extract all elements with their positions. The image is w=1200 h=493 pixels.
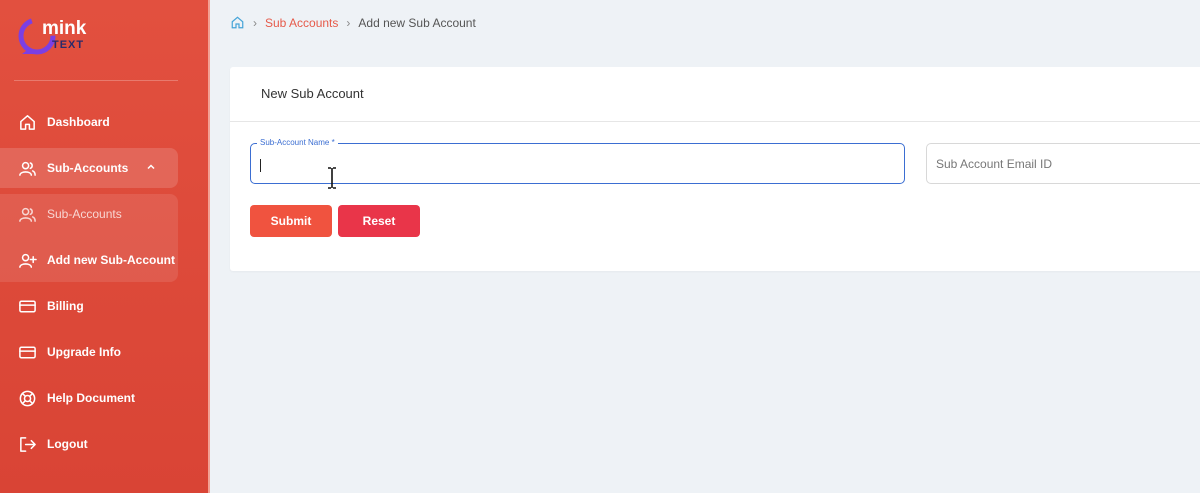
text-cursor-icon: [328, 167, 336, 189]
submit-button[interactable]: Submit: [250, 205, 332, 237]
home-icon: [17, 112, 37, 132]
users-icon: [17, 204, 37, 224]
sidebar-item-logout[interactable]: Logout: [0, 424, 178, 464]
sub-account-email-field[interactable]: [926, 143, 1200, 184]
sidebar-item-label: Add new Sub-Account: [47, 253, 175, 267]
breadcrumb-link-sub-accounts[interactable]: Sub Accounts: [265, 16, 338, 30]
breadcrumb: › Sub Accounts › Add new Sub Account: [230, 12, 476, 33]
sidebar-item-help-document[interactable]: Help Document: [0, 378, 178, 418]
home-icon[interactable]: [230, 12, 245, 33]
reset-button[interactable]: Reset: [338, 205, 420, 237]
card-icon: [17, 296, 37, 316]
text-caret: [260, 159, 261, 172]
sidebar-item-dashboard[interactable]: Dashboard: [0, 102, 178, 142]
sidebar-item-label: Dashboard: [47, 115, 110, 129]
new-sub-account-card: New Sub Account Sub-Account Name * Submi…: [230, 67, 1200, 271]
sub-account-email-input[interactable]: [927, 144, 1200, 183]
sidebar-item-label: Sub-Accounts: [47, 161, 129, 175]
sidebar-item-billing[interactable]: Billing: [0, 286, 178, 326]
lifebuoy-icon: [17, 388, 37, 408]
card-divider: [230, 121, 1200, 122]
chevron-right-icon: ›: [253, 15, 257, 30]
sidebar-item-label: Billing: [47, 299, 84, 313]
sub-account-name-input[interactable]: [251, 144, 904, 183]
user-plus-icon: [17, 250, 37, 270]
sidebar-item-label: Upgrade Info: [47, 345, 121, 359]
sidebar-subitem-add-sub-account[interactable]: Add new Sub-Account: [0, 240, 178, 280]
logo-text-top: mink: [42, 18, 87, 39]
breadcrumb-current: Add new Sub Account: [358, 15, 476, 30]
chevron-right-icon: ›: [346, 15, 351, 30]
users-icon: [17, 158, 37, 178]
chevron-up-icon[interactable]: [146, 161, 158, 173]
sub-account-name-field[interactable]: Sub-Account Name *: [250, 138, 905, 184]
logo-divider: [14, 80, 178, 81]
sidebar-subitem-sub-accounts[interactable]: Sub-Accounts: [0, 194, 178, 234]
sidebar-item-upgrade-info[interactable]: Upgrade Info: [0, 332, 178, 372]
card-icon: [17, 342, 37, 362]
sidebar-item-label: Logout: [47, 437, 88, 451]
logout-icon: [17, 434, 37, 454]
brand-logo[interactable]: mink TEXT: [14, 10, 124, 60]
card-title: New Sub Account: [261, 86, 364, 101]
sidebar: mink TEXT Dashboard Sub-Accounts Sub-Acc…: [0, 0, 210, 493]
logo-text-bottom: TEXT: [52, 39, 84, 51]
sidebar-item-sub-accounts[interactable]: Sub-Accounts: [0, 148, 178, 188]
sidebar-item-label: Sub-Accounts: [47, 207, 122, 221]
sidebar-item-label: Help Document: [47, 391, 136, 405]
